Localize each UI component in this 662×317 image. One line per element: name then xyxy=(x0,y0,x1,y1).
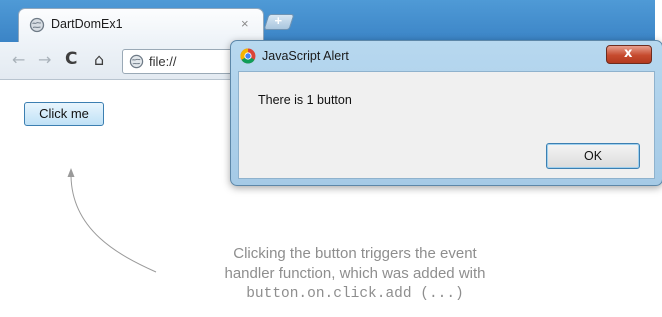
address-text: file:// xyxy=(149,54,177,69)
alert-close-button[interactable]: x xyxy=(606,45,652,64)
tab-close-icon[interactable]: × xyxy=(241,16,249,31)
caption-line-1: Clicking the button triggers the event xyxy=(233,245,477,262)
alert-message: There is 1 button xyxy=(258,93,352,107)
tab-dartdomex1[interactable]: DartDomEx1 × xyxy=(18,8,264,42)
globe-icon xyxy=(29,17,45,33)
new-tab-button[interactable]: + xyxy=(263,13,295,30)
home-icon[interactable]: ⌂ xyxy=(94,51,104,69)
back-arrow-icon[interactable]: ← xyxy=(12,51,25,69)
caption-code: button.on.click.add (...) xyxy=(246,286,464,302)
screenshot-stage: DartDomEx1 × + ← → C ⌂ file:// Click me xyxy=(0,0,662,317)
ok-button[interactable]: OK xyxy=(546,143,640,169)
reload-icon[interactable]: C xyxy=(65,50,77,68)
alert-title: JavaScript Alert xyxy=(262,49,349,63)
globe-icon xyxy=(129,54,144,69)
tab-strip: DartDomEx1 × + xyxy=(0,0,655,42)
alert-body: There is 1 button OK xyxy=(238,71,655,179)
caption-line-2: handler function, which was added with xyxy=(224,265,486,282)
forward-arrow-icon[interactable]: → xyxy=(38,51,51,69)
annotation-caption: Clicking the button triggers the event h… xyxy=(140,244,570,304)
plus-icon: + xyxy=(274,13,283,28)
tab-title: DartDomEx1 xyxy=(51,17,123,31)
chrome-logo-icon xyxy=(240,48,256,64)
alert-titlebar[interactable]: JavaScript Alert x xyxy=(231,41,662,71)
javascript-alert-dialog: JavaScript Alert x There is 1 button OK xyxy=(230,40,662,186)
click-me-button[interactable]: Click me xyxy=(24,102,104,126)
close-icon: x xyxy=(624,46,633,61)
